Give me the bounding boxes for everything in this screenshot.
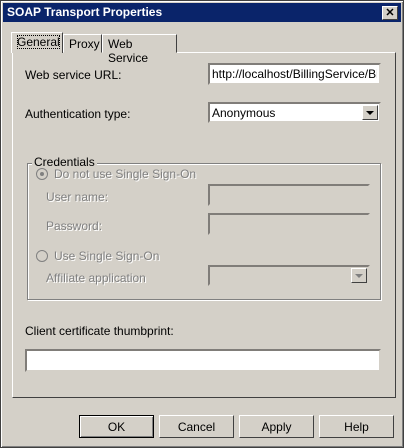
no-sso-label: Do not use Single Sign-On <box>54 167 197 181</box>
web-service-url-label: Web service URL: <box>25 68 122 82</box>
cancel-button[interactable]: Cancel <box>159 415 234 438</box>
dialog-window: SOAP Transport Properties ✕ General Prox… <box>0 0 404 448</box>
web-service-url-input[interactable]: http://localhost/BillingService/BillingS… <box>208 63 381 85</box>
password-input[interactable] <box>208 213 370 235</box>
tab-proxy[interactable]: Proxy <box>63 34 102 53</box>
radio-selected-icon <box>40 172 44 176</box>
no-sso-radio[interactable] <box>36 168 48 180</box>
password-label: Password: <box>46 219 103 233</box>
close-button[interactable]: ✕ <box>382 6 398 20</box>
tab-general[interactable]: General <box>11 32 63 53</box>
affiliate-application-label: Affiliate application <box>46 271 146 285</box>
help-button[interactable]: Help <box>319 415 394 438</box>
window-title: SOAP Transport Properties <box>7 5 163 19</box>
client-certificate-thumbprint-input[interactable] <box>25 349 381 372</box>
ok-button[interactable]: OK <box>79 415 154 438</box>
chevron-down-icon <box>355 273 363 278</box>
tab-proxy-label: Proxy <box>69 37 100 51</box>
user-name-input[interactable] <box>208 184 370 206</box>
ok-button-label: OK <box>107 419 126 434</box>
apply-button-label: Apply <box>261 419 292 434</box>
authentication-type-select[interactable]: Anonymous <box>208 102 381 123</box>
authentication-type-value: Anonymous <box>212 106 276 120</box>
user-name-label: User name: <box>46 190 109 204</box>
chevron-down-icon <box>366 110 374 115</box>
authentication-type-label: Authentication type: <box>25 107 131 121</box>
tab-web-service[interactable]: Web Service <box>102 34 177 65</box>
authentication-type-dropdown-button[interactable] <box>362 105 378 120</box>
use-sso-radio[interactable] <box>36 250 48 262</box>
tab-web-service-label: Web Service <box>108 37 149 65</box>
use-sso-label: Use Single Sign-On <box>54 249 160 263</box>
client-certificate-thumbprint-label: Client certificate thumbprint: <box>25 324 174 338</box>
close-icon: ✕ <box>385 6 395 19</box>
affiliate-application-dropdown-button[interactable] <box>351 268 367 283</box>
cancel-button-label: Cancel <box>177 419 216 434</box>
web-service-url-value: http://localhost/BillingService/BillingS… <box>212 67 377 81</box>
title-bar[interactable]: SOAP Transport Properties ✕ <box>3 3 401 22</box>
help-button-label: Help <box>344 419 369 434</box>
affiliate-application-select[interactable] <box>208 265 370 286</box>
apply-button[interactable]: Apply <box>239 415 314 438</box>
tab-general-label: General <box>17 35 60 49</box>
